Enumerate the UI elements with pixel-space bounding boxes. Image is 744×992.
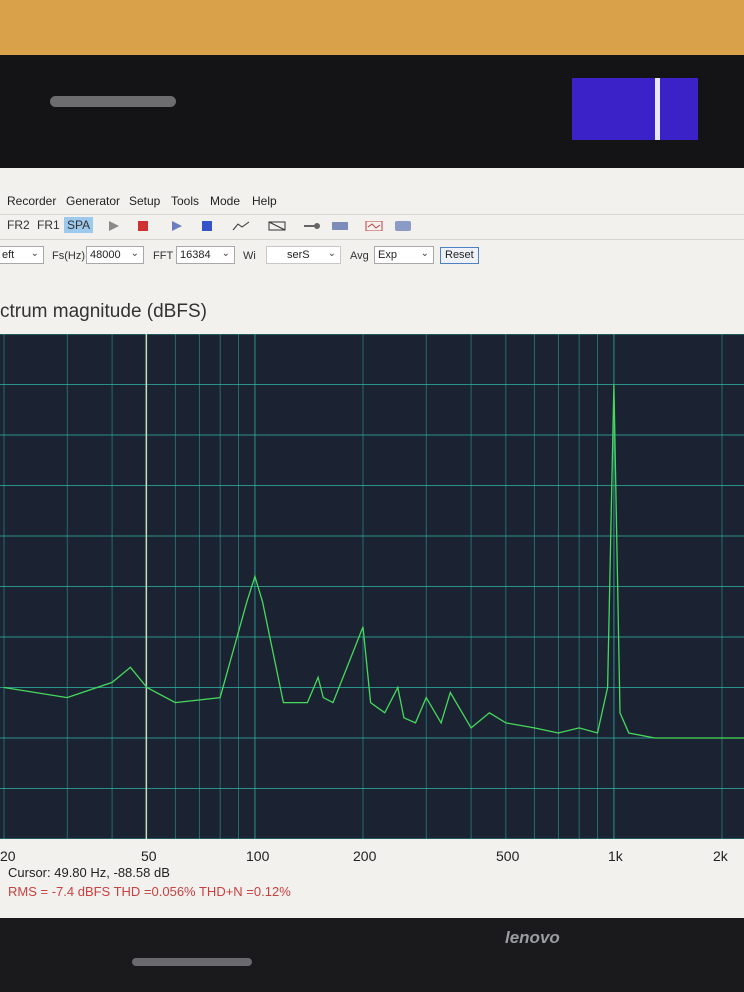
spectrum-trace: [3, 384, 744, 739]
fs-select[interactable]: 48000 ⌄: [86, 246, 144, 264]
meter-icon[interactable]: [332, 221, 348, 231]
menu-setup[interactable]: Setup: [129, 194, 160, 208]
play-icon[interactable]: [108, 221, 120, 231]
webcam-slot: [50, 96, 176, 107]
spectrum-plot[interactable]: [0, 333, 744, 840]
hinge-indicator: [132, 958, 252, 966]
play-icon[interactable]: [171, 221, 183, 231]
sticker-stripe: [655, 78, 660, 140]
avg-label: Avg: [350, 250, 369, 262]
avg-value: Exp: [378, 249, 397, 261]
panel-icon[interactable]: [395, 221, 411, 231]
chevron-down-icon: ⌄: [221, 248, 230, 259]
stats-readout: RMS = -7.4 dBFS THD =0.056% THD+N =0.12%: [8, 884, 291, 899]
chevron-down-icon: ⌄: [130, 248, 139, 259]
settings-row: eft ⌄ Fs(Hz) 48000 ⌄ FFT 16384 ⌄ Wi serS ⌄ A…: [0, 242, 744, 268]
chart-icon[interactable]: [232, 221, 250, 231]
fs-label: Fs(Hz): [52, 250, 85, 262]
tab-fr1[interactable]: FR1: [37, 218, 60, 232]
x-tick-label: 2k: [713, 848, 728, 864]
avg-select[interactable]: Exp ⌄: [374, 246, 434, 264]
x-tick-label: 20: [0, 848, 16, 864]
laptop-bezel-bottom: [0, 918, 744, 992]
menu-help[interactable]: Help: [252, 194, 277, 208]
channel-value: eft: [2, 249, 15, 261]
stop-icon[interactable]: [201, 221, 213, 231]
menu-mode[interactable]: Mode: [210, 194, 240, 208]
menu-tools[interactable]: Tools: [171, 194, 199, 208]
fft-label: FFT: [153, 250, 174, 262]
tab-spa[interactable]: SPA: [64, 217, 94, 233]
brand-logo: lenovo: [505, 928, 560, 947]
app-window: Recorder Generator Setup Tools Mode Help…: [0, 168, 744, 918]
tab-fr2[interactable]: FR2: [7, 218, 30, 232]
background-wall: [0, 0, 744, 60]
spectrum-chart: [0, 333, 744, 840]
window-label: Wi: [243, 250, 256, 262]
cursor-readout: Cursor: 49.80 Hz, -88.58 dB: [8, 865, 170, 880]
chevron-down-icon: ⌄: [30, 248, 39, 259]
x-tick-label: 50: [141, 848, 157, 864]
toolbar: FR2 FR1 SPA: [0, 214, 744, 240]
fft-value: 16384: [180, 249, 211, 261]
fft-select[interactable]: 16384 ⌄: [176, 246, 235, 264]
window-select[interactable]: serS ⌄: [266, 246, 341, 264]
fs-value: 48000: [90, 249, 121, 261]
sticker: [572, 78, 698, 140]
x-tick-label: 500: [496, 848, 520, 864]
menu-generator[interactable]: Generator: [66, 194, 120, 208]
grid-icon[interactable]: [268, 221, 286, 231]
channel-select[interactable]: eft ⌄: [0, 246, 44, 264]
record-icon[interactable]: [137, 221, 149, 231]
x-tick-label: 100: [246, 848, 270, 864]
scope-icon[interactable]: [365, 221, 383, 231]
menu-recorder[interactable]: Recorder: [7, 194, 56, 208]
probe-icon[interactable]: [303, 221, 321, 231]
chevron-down-icon: ⌄: [420, 248, 429, 259]
window-value: serS: [287, 249, 310, 261]
menu-bar: Recorder Generator Setup Tools Mode Help: [0, 190, 744, 212]
chevron-down-icon: ⌄: [327, 248, 336, 259]
graph-title: ctrum magnitude (dBFS): [0, 301, 207, 322]
x-tick-label: 200: [353, 848, 377, 864]
x-tick-label: 1k: [608, 848, 623, 864]
reset-button[interactable]: Reset: [440, 247, 479, 264]
